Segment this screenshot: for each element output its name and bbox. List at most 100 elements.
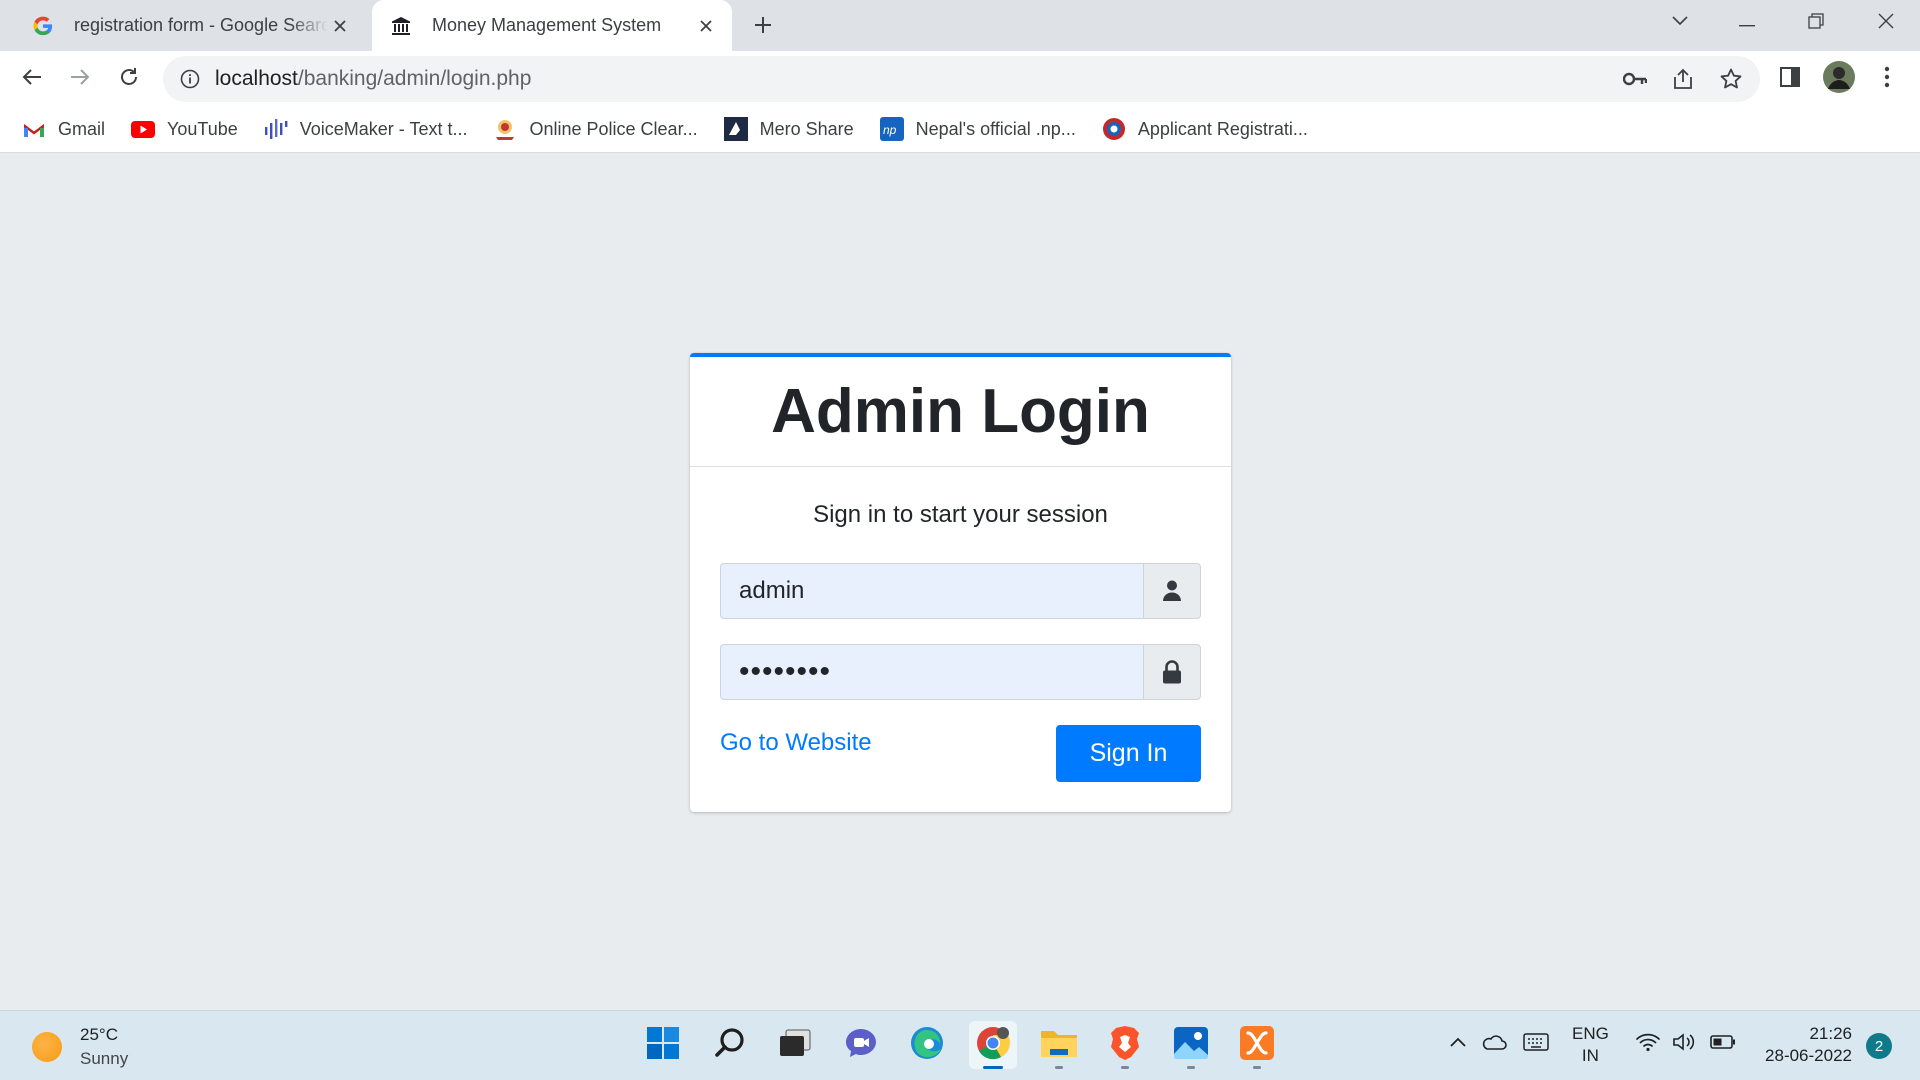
key-icon[interactable]: [1622, 66, 1648, 92]
page-title: Admin Login: [771, 377, 1150, 446]
volume-icon: [1672, 1032, 1698, 1057]
teams-chat-button[interactable]: [837, 1021, 885, 1069]
card-header: Admin Login: [690, 357, 1231, 467]
reload-button[interactable]: [112, 62, 146, 96]
tab-google-search[interactable]: registration form - Google Search: [14, 0, 366, 51]
battery-icon: [1710, 1034, 1736, 1054]
start-button[interactable]: [639, 1021, 687, 1069]
wifi-button[interactable]: [1634, 1029, 1662, 1059]
taskbar: 25°C Sunny ENG IN 21:26 28-06-2022 2: [0, 1010, 1920, 1080]
clock-date: 28-06-2022: [1765, 1046, 1852, 1065]
touch-keyboard-button[interactable]: [1522, 1029, 1550, 1059]
address-bar[interactable]: localhost/banking/admin/login.php: [163, 56, 1760, 102]
weather-temp: 25°C: [80, 1025, 118, 1044]
bookmark-applicant[interactable]: Applicant Registrati...: [1102, 117, 1308, 141]
battery-button[interactable]: [1709, 1029, 1737, 1059]
password-group: [720, 644, 1201, 700]
bookmark-label: Nepal's official .np...: [915, 118, 1076, 139]
brave-button[interactable]: [1101, 1021, 1149, 1069]
wifi-icon: [1635, 1032, 1661, 1057]
bank-icon: [390, 15, 412, 37]
keyboard-icon: [1523, 1032, 1549, 1056]
bookmark-label: Applicant Registrati...: [1137, 118, 1308, 139]
bookmarks-bar: Gmail YouTube VoiceMaker - Text t... Onl…: [0, 106, 1920, 153]
tab-money-management[interactable]: Money Management System: [372, 0, 732, 51]
login-actions: Go to Website Sign In: [720, 725, 1201, 785]
file-explorer-button[interactable]: [1035, 1021, 1083, 1069]
bookmark-gmail[interactable]: Gmail: [22, 117, 105, 141]
info-icon[interactable]: [179, 68, 201, 90]
profile-avatar[interactable]: [1822, 60, 1856, 98]
clock-time: 21:26: [1809, 1024, 1852, 1043]
applicant-icon: [1102, 117, 1126, 141]
svg-text:np: np: [883, 123, 897, 137]
bookmark-mero-share[interactable]: Mero Share: [723, 117, 854, 141]
close-icon[interactable]: [694, 14, 718, 38]
bookmark-np[interactable]: np Nepal's official .np...: [879, 117, 1076, 141]
brave-icon: [1109, 1025, 1141, 1066]
running-indicator: [1055, 1066, 1063, 1069]
language-indicator[interactable]: ENG IN: [1572, 1023, 1609, 1067]
login-card: Admin Login Sign in to start your sessio…: [690, 353, 1231, 812]
cloud-icon: [1481, 1033, 1507, 1056]
weather-widget[interactable]: 25°C Sunny: [32, 1023, 128, 1071]
bookmark-label: Gmail: [58, 118, 106, 139]
running-indicator: [1253, 1066, 1261, 1069]
bookmark-label: YouTube: [167, 118, 238, 139]
plus-icon: [753, 15, 773, 40]
user-icon: [1143, 563, 1201, 619]
username-input[interactable]: [720, 563, 1143, 619]
photos-button[interactable]: [1167, 1021, 1215, 1069]
back-button[interactable]: [15, 62, 49, 96]
xampp-icon: [1239, 1025, 1275, 1066]
folder-icon: [1040, 1027, 1078, 1064]
avatar-icon: [1823, 60, 1855, 98]
bookmark-youtube[interactable]: YouTube: [131, 117, 238, 141]
kebab-menu-icon: [1884, 66, 1890, 93]
forward-button[interactable]: [63, 62, 97, 96]
search-button[interactable]: [706, 1021, 754, 1069]
url-text: localhost/banking/admin/login.php: [215, 67, 531, 91]
page-content: Admin Login Sign in to start your sessio…: [0, 154, 1920, 1010]
star-icon[interactable]: [1718, 66, 1744, 92]
browser-toolbar: localhost/banking/admin/login.php: [0, 51, 1920, 106]
task-view-icon: [779, 1029, 811, 1062]
notification-badge[interactable]: 2: [1866, 1033, 1892, 1059]
minimize-icon: [1739, 14, 1755, 32]
password-input[interactable]: [720, 644, 1143, 700]
edge-button[interactable]: [903, 1021, 951, 1069]
sign-in-button[interactable]: Sign In: [1056, 725, 1201, 782]
show-hidden-icons-button[interactable]: [1444, 1029, 1472, 1059]
new-tab-button[interactable]: [748, 12, 778, 42]
tab-search-button[interactable]: [1660, 8, 1700, 38]
side-panel-button[interactable]: [1773, 62, 1807, 96]
edge-icon: [909, 1025, 945, 1066]
xampp-button[interactable]: [1233, 1021, 1281, 1069]
bookmark-police[interactable]: Online Police Clear...: [493, 117, 698, 141]
tab-title: Money Management System: [432, 15, 662, 35]
bookmark-voicemaker[interactable]: VoiceMaker - Text t...: [264, 117, 467, 141]
chat-icon: [844, 1027, 878, 1064]
chrome-button[interactable]: [969, 1021, 1017, 1069]
minimize-button[interactable]: [1727, 8, 1767, 38]
login-message: Sign in to start your session: [813, 501, 1108, 528]
close-window-button[interactable]: [1866, 8, 1906, 38]
language-line1: ENG: [1572, 1024, 1609, 1043]
restore-button[interactable]: [1796, 8, 1836, 38]
photos-icon: [1173, 1026, 1209, 1065]
weather-text: 25°C Sunny: [80, 1023, 128, 1071]
windows-icon: [646, 1026, 680, 1065]
gmail-icon: [22, 117, 46, 141]
task-view-button[interactable]: [771, 1021, 819, 1069]
youtube-icon: [131, 117, 156, 141]
share-icon[interactable]: [1670, 66, 1696, 92]
volume-button[interactable]: [1671, 1029, 1699, 1059]
clock[interactable]: 21:26 28-06-2022: [1752, 1023, 1852, 1067]
arrow-left-icon: [21, 66, 43, 93]
close-icon: [1878, 13, 1894, 34]
menu-button[interactable]: [1870, 62, 1904, 96]
side-panel-icon: [1779, 66, 1801, 93]
onedrive-button[interactable]: [1480, 1029, 1508, 1059]
close-icon[interactable]: [328, 14, 352, 38]
go-to-website-link[interactable]: Go to Website: [720, 729, 872, 757]
